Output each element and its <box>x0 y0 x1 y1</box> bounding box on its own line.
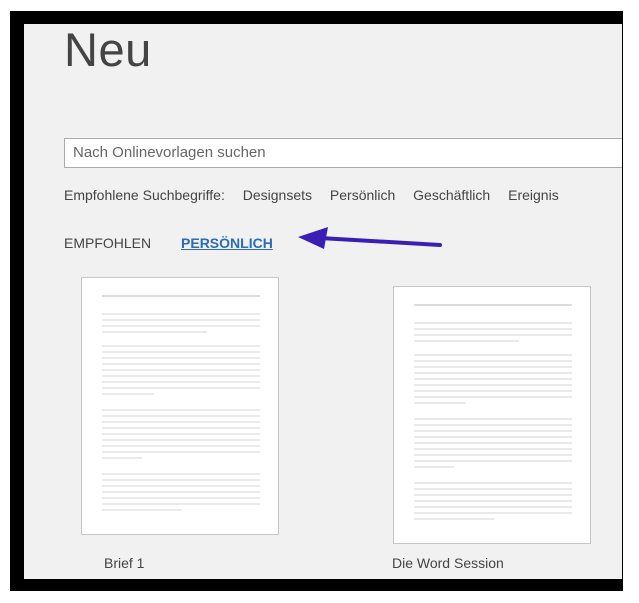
document-preview <box>102 295 260 511</box>
template-thumbnail-brief-1[interactable] <box>81 277 279 535</box>
page-title: Neu <box>64 24 152 76</box>
document-preview <box>414 304 572 520</box>
arrow-left-icon <box>298 227 442 249</box>
suggestion-persoenlich[interactable]: Persönlich <box>330 187 395 203</box>
suggestion-ereignis[interactable]: Ereignis <box>508 187 559 203</box>
tab-persoenlich[interactable]: PERSÖNLICH <box>181 235 273 251</box>
suggested-searches-label: Empfohlene Suchbegriffe: <box>64 187 225 203</box>
template-name-brief-1[interactable]: Brief 1 <box>104 555 144 571</box>
suggestion-geschaeftlich[interactable]: Geschäftlich <box>413 187 490 203</box>
suggestion-designsets[interactable]: Designsets <box>243 187 312 203</box>
suggested-searches: Empfohlene Suchbegriffe: Designsets Pers… <box>64 187 573 203</box>
template-name-die-word-session[interactable]: Die Word Session <box>392 555 504 571</box>
template-thumbnail-die-word-session[interactable] <box>393 286 591 544</box>
tab-empfohlen[interactable]: EMPFOHLEN <box>64 235 151 251</box>
template-search-input[interactable]: Nach Onlinevorlagen suchen <box>64 138 622 168</box>
template-tabs: EMPFOHLEN PERSÖNLICH <box>64 235 299 251</box>
new-document-panel: Neu Nach Onlinevorlagen suchen Empfohlen… <box>24 24 622 579</box>
